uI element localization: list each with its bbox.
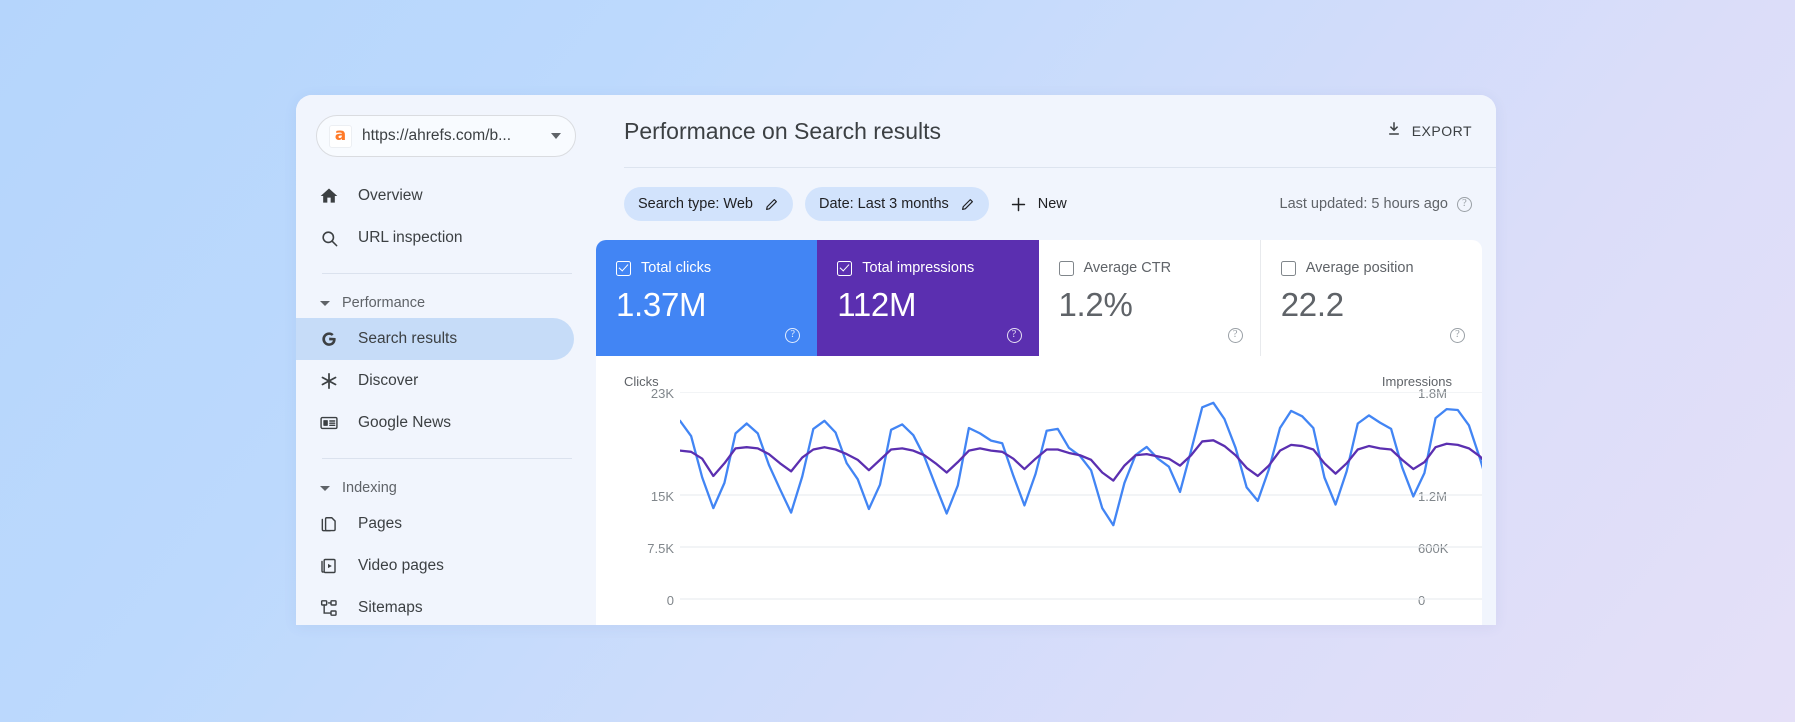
main-header: Performance on Search results EXPORT — [596, 95, 1496, 167]
metric-header: Average CTR — [1058, 260, 1242, 276]
metric-value: 1.37M — [616, 286, 707, 323]
help-circle-icon[interactable]: ? — [1457, 196, 1472, 212]
metric-label: Total clicks — [641, 260, 712, 276]
metric-value: 112M — [837, 286, 917, 323]
home-icon — [318, 185, 340, 207]
sidebar-divider-2 — [322, 458, 572, 459]
metric-label: Total impressions — [862, 260, 975, 276]
sitemap-icon — [318, 597, 340, 619]
plus-icon — [1009, 195, 1028, 214]
series-line-total-impressions — [680, 440, 1482, 480]
sidebar-item-search-results[interactable]: Search results — [296, 318, 574, 360]
sidebar-item-label: Google News — [358, 414, 452, 431]
help-circle-icon[interactable]: ? — [785, 328, 801, 343]
page-title: Performance on Search results — [624, 117, 942, 144]
property-selector[interactable]: a https://ahrefs.com/b... — [316, 115, 576, 157]
sidebar-nav: Overview URL inspection Performance Sear… — [296, 175, 596, 625]
metric-value: 1.2% — [1058, 286, 1133, 323]
chevron-down-icon — [320, 300, 330, 306]
property-url-label: https://ahrefs.com/b... — [362, 127, 512, 144]
sidebar-section-performance[interactable]: Performance — [296, 288, 596, 318]
last-updated-label: Last updated: 5 hours ago — [1279, 196, 1449, 212]
chart-series — [680, 403, 1482, 525]
metric-card-total-clicks[interactable]: Total clicks 1.37M ? — [596, 240, 818, 356]
sidebar-item-label: Sitemaps — [358, 599, 423, 616]
sidebar-item-overview[interactable]: Overview — [296, 175, 574, 217]
sidebar-item-label: Discover — [358, 372, 419, 389]
performance-chart-card: Total clicks 1.37M ? Total impressions 1… — [596, 240, 1482, 625]
series-line-total-clicks — [680, 403, 1482, 525]
sidebar-section-indexing[interactable]: Indexing — [296, 473, 596, 503]
y-tick-left: 15K — [650, 489, 674, 504]
filter-chip-search-type[interactable]: Search type: Web — [624, 187, 793, 221]
metric-card-total-impressions[interactable]: Total impressions 112M ? — [817, 240, 1039, 356]
filter-bar: Search type: Web Date: Last 3 months New… — [596, 168, 1496, 240]
metric-card-average-position[interactable]: Average position 22.2 ? — [1261, 240, 1482, 356]
help-circle-icon[interactable]: ? — [1006, 328, 1022, 343]
sidebar-divider-1 — [322, 273, 572, 274]
chart-gridlines — [680, 392, 1482, 599]
y-tick-left: 7.5K — [647, 541, 674, 556]
y-tick-left: 0 — [666, 593, 674, 608]
metric-label: Average position — [1305, 260, 1414, 276]
main-content: Performance on Search results EXPORT Sea… — [596, 95, 1496, 625]
metric-label: Average CTR — [1083, 260, 1172, 276]
sidebar: a https://ahrefs.com/b... Overview URL i… — [296, 95, 596, 625]
sidebar-item-label: Overview — [358, 187, 423, 204]
checkbox-checked-icon[interactable] — [616, 260, 631, 276]
plot-area: Clicks Impressions 23K 15K 7.5K 0 1.8M 1… — [596, 356, 1482, 625]
chevron-down-icon[interactable] — [551, 133, 561, 139]
export-label: EXPORT — [1411, 123, 1472, 139]
ahrefs-favicon-icon: a — [329, 124, 352, 148]
pencil-icon[interactable] — [764, 197, 779, 212]
chevron-down-icon — [320, 485, 330, 491]
checkbox-unchecked-icon[interactable] — [1280, 260, 1296, 276]
add-new-filter-button[interactable]: New — [1001, 187, 1079, 221]
performance-line-chart[interactable] — [680, 392, 1482, 625]
last-updated-status: Last updated: 5 hours ago ? — [1279, 196, 1472, 212]
sidebar-item-pages[interactable]: Pages — [296, 503, 574, 545]
filter-chip-label: Search type: Web — [638, 196, 753, 212]
video-page-icon — [318, 555, 340, 577]
pages-icon — [318, 513, 340, 535]
sidebar-item-label: URL inspection — [358, 229, 463, 246]
filter-chip-date[interactable]: Date: Last 3 months — [805, 187, 989, 221]
sidebar-item-video-pages[interactable]: Video pages — [296, 545, 574, 587]
metric-header: Total clicks — [616, 260, 799, 276]
search-console-window: a https://ahrefs.com/b... Overview URL i… — [296, 95, 1496, 625]
metric-header: Average position — [1280, 260, 1464, 276]
sidebar-item-label: Search results — [358, 330, 458, 347]
sidebar-section-label: Indexing — [342, 480, 397, 496]
pencil-icon[interactable] — [960, 197, 975, 212]
sidebar-item-label: Video pages — [358, 557, 444, 574]
metric-value: 22.2 — [1280, 286, 1344, 323]
news-card-icon — [318, 412, 340, 434]
help-circle-icon[interactable]: ? — [1227, 328, 1243, 343]
search-icon — [318, 227, 340, 249]
sidebar-section-label: Performance — [342, 295, 426, 311]
metric-card-average-ctr[interactable]: Average CTR 1.2% ? — [1039, 240, 1261, 356]
google-g-icon — [318, 328, 340, 350]
download-icon — [1385, 120, 1403, 143]
sidebar-item-label: Pages — [358, 515, 402, 532]
metrics-row: Total clicks 1.37M ? Total impressions 1… — [596, 240, 1482, 356]
sidebar-item-google-news[interactable]: Google News — [296, 402, 574, 444]
add-new-filter-label: New — [1037, 196, 1067, 212]
checkbox-unchecked-icon[interactable] — [1058, 260, 1074, 276]
sidebar-item-sitemaps[interactable]: Sitemaps — [296, 587, 574, 625]
sidebar-item-discover[interactable]: Discover — [296, 360, 574, 402]
help-circle-icon[interactable]: ? — [1450, 328, 1465, 343]
metric-header: Total impressions — [837, 260, 1020, 276]
export-button[interactable]: EXPORT — [1385, 120, 1472, 143]
y-tick-left: 23K — [650, 386, 674, 401]
filter-chip-label: Date: Last 3 months — [819, 196, 949, 212]
asterisk-icon — [318, 370, 340, 392]
checkbox-checked-icon[interactable] — [837, 260, 853, 276]
sidebar-item-url-inspection[interactable]: URL inspection — [296, 217, 574, 259]
